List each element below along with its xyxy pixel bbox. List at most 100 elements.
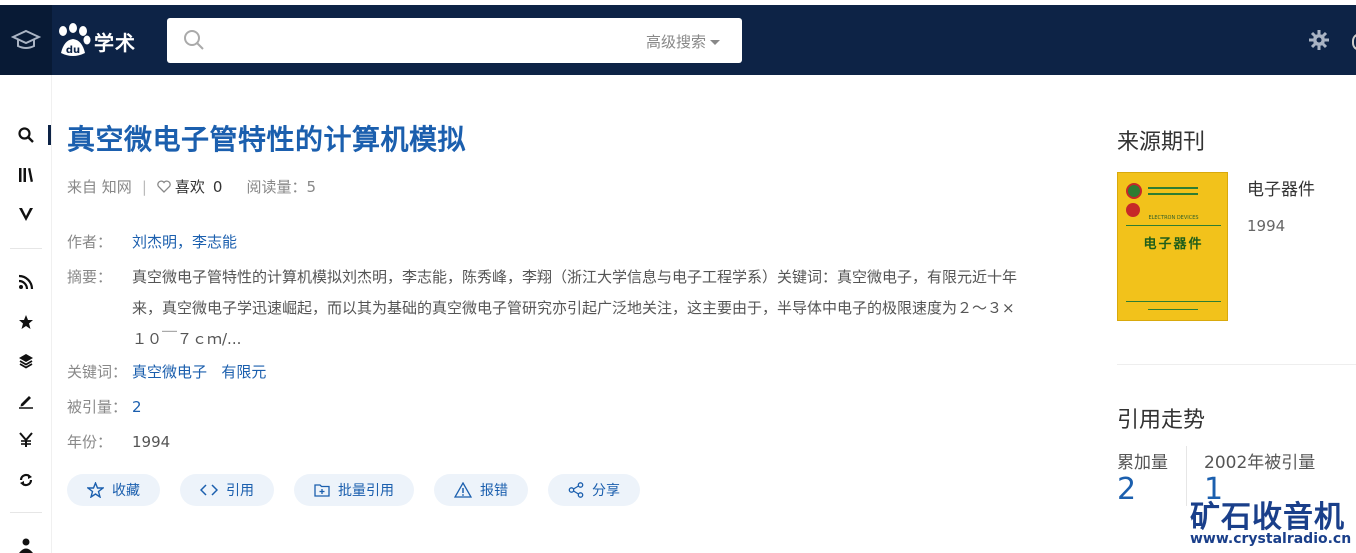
pen-icon — [19, 396, 33, 409]
folder-plus-icon — [314, 484, 330, 497]
year-value: 1994 — [132, 433, 171, 451]
top-header: du 学术 高级搜索 — [0, 5, 1356, 75]
rail-layers[interactable] — [14, 349, 38, 373]
cover-line — [1148, 309, 1198, 310]
cumulative-value: 2 — [1117, 472, 1137, 507]
source-journal-heading: 来源期刊 — [1117, 130, 1206, 155]
cover-line — [1126, 225, 1221, 226]
cite-label: 引用 — [226, 483, 254, 499]
cited-label: 被引量： — [67, 398, 128, 416]
year-cited-label: 2002年被引量 — [1204, 453, 1316, 473]
keywords-row: 关键词： 真空微电子 有限元 — [67, 361, 266, 382]
watermark-text: 矿石收音机 — [1190, 500, 1345, 535]
action-bar: 收藏 引用 批量引用 报错 分享 — [67, 474, 640, 506]
rail-edit[interactable] — [14, 389, 38, 413]
rss-icon — [18, 274, 34, 290]
year-row: 年份： 1994 — [67, 431, 170, 452]
v-icon — [19, 208, 33, 221]
read-count: 5 — [306, 177, 316, 196]
rail-divider — [10, 248, 42, 249]
journal-name[interactable]: 电子器件 — [1247, 175, 1315, 200]
share-button[interactable]: 分享 — [548, 474, 640, 506]
keyword-link[interactable]: 有限元 — [221, 363, 266, 381]
cite-button[interactable]: 引用 — [180, 474, 274, 506]
keyword-link[interactable]: 真空微电子 — [132, 363, 207, 381]
rail-v[interactable] — [14, 202, 38, 226]
chevron-down-icon — [710, 40, 720, 45]
like-count: 0 — [212, 177, 223, 196]
library-icon — [19, 168, 33, 182]
cited-count[interactable]: 2 — [132, 398, 142, 416]
report-error-button[interactable]: 报错 — [434, 474, 528, 506]
meta-divider: | — [141, 177, 147, 196]
abstract-text: 真空微电子管特性的计算机模拟刘杰明，李志能，陈秀峰，李翔（浙江大学信息与电子工程… — [132, 268, 1018, 348]
authors-row: 作者： 刘杰明，李志能 — [67, 231, 237, 252]
star-icon — [19, 315, 33, 329]
rail-divider — [10, 512, 42, 513]
search-input[interactable] — [217, 26, 617, 56]
paper-title[interactable]: 真空微电子管特性的计算机模拟 — [67, 118, 466, 158]
cover-line — [1126, 301, 1221, 302]
search-icon — [18, 127, 34, 143]
journal-year: 1994 — [1247, 217, 1286, 235]
advanced-search-dropdown[interactable]: 高级搜索 — [646, 31, 720, 52]
rail-user[interactable] — [14, 533, 38, 553]
star-outline-icon — [87, 482, 104, 498]
logo-text: 学术 — [94, 30, 136, 55]
abstract-label: 摘要： — [67, 268, 113, 286]
graduation-cap-icon — [11, 29, 41, 49]
cover-english-title: ELECTRON DEVICES — [1148, 215, 1199, 221]
citation-trend-heading: 引用走势 — [1117, 408, 1206, 433]
rail-refresh[interactable] — [14, 468, 38, 492]
journal-cover-image[interactable]: ELECTRON DEVICES 电子器件 — [1117, 172, 1228, 321]
collect-button[interactable]: 收藏 — [67, 474, 160, 506]
share-label: 分享 — [592, 483, 620, 499]
year-label: 年份： — [67, 433, 113, 451]
watermark-url: www.crystalradio.cn — [1190, 531, 1352, 547]
citation-divider — [1186, 446, 1187, 506]
rail-search[interactable] — [14, 123, 51, 147]
share-icon — [568, 482, 584, 498]
cover-line — [1148, 187, 1198, 189]
baidu-xueshu-logo[interactable]: du 学术 — [54, 21, 136, 61]
batch-cite-label: 批量引用 — [338, 483, 394, 499]
sidebar-divider — [1117, 364, 1356, 365]
warning-icon — [454, 482, 472, 498]
rail-rss[interactable] — [14, 270, 38, 294]
logo-paw-text: du — [66, 45, 80, 56]
cover-line — [1148, 193, 1198, 195]
report-error-label: 报错 — [480, 483, 508, 499]
rail-favorites[interactable] — [14, 310, 38, 334]
user-icon — [19, 538, 33, 553]
authors-link[interactable]: 刘杰明，李志能 — [132, 233, 237, 251]
advanced-search-label: 高级搜索 — [645, 33, 706, 51]
read-label: 阅读量： — [246, 178, 307, 196]
source-label: 来自 — [67, 178, 98, 196]
like-button[interactable]: 喜欢 0 — [157, 176, 223, 197]
search-icon — [184, 30, 204, 50]
like-label: 喜欢 — [174, 178, 205, 196]
yen-icon — [19, 432, 33, 447]
collect-label: 收藏 — [112, 483, 140, 499]
paper-meta: 来自 知网 | 喜欢 0 阅读量： 5 — [67, 176, 316, 197]
user-menu-edge[interactable] — [1352, 33, 1356, 51]
refresh-icon — [19, 473, 33, 487]
left-rail — [0, 75, 52, 553]
search-box[interactable]: 高级搜索 — [167, 18, 742, 63]
home-button[interactable] — [0, 5, 52, 75]
code-icon — [200, 484, 218, 496]
rail-yen[interactable] — [14, 428, 38, 452]
cited-row: 被引量： 2 — [67, 396, 142, 417]
gear-icon[interactable] — [1308, 29, 1330, 51]
cumulative-label: 累加量 — [1117, 453, 1168, 473]
rail-library[interactable] — [14, 163, 38, 187]
author-label: 作者： — [67, 233, 113, 251]
paw-logo-icon: du — [59, 23, 91, 56]
source-value[interactable]: 知网 — [102, 176, 132, 197]
batch-cite-button[interactable]: 批量引用 — [294, 474, 414, 506]
keywords-label: 关键词： — [67, 363, 128, 381]
layers-icon — [19, 354, 33, 369]
emblem-icon — [1126, 183, 1142, 199]
cover-title: 电子器件 — [1143, 237, 1204, 252]
heart-icon — [157, 180, 171, 193]
